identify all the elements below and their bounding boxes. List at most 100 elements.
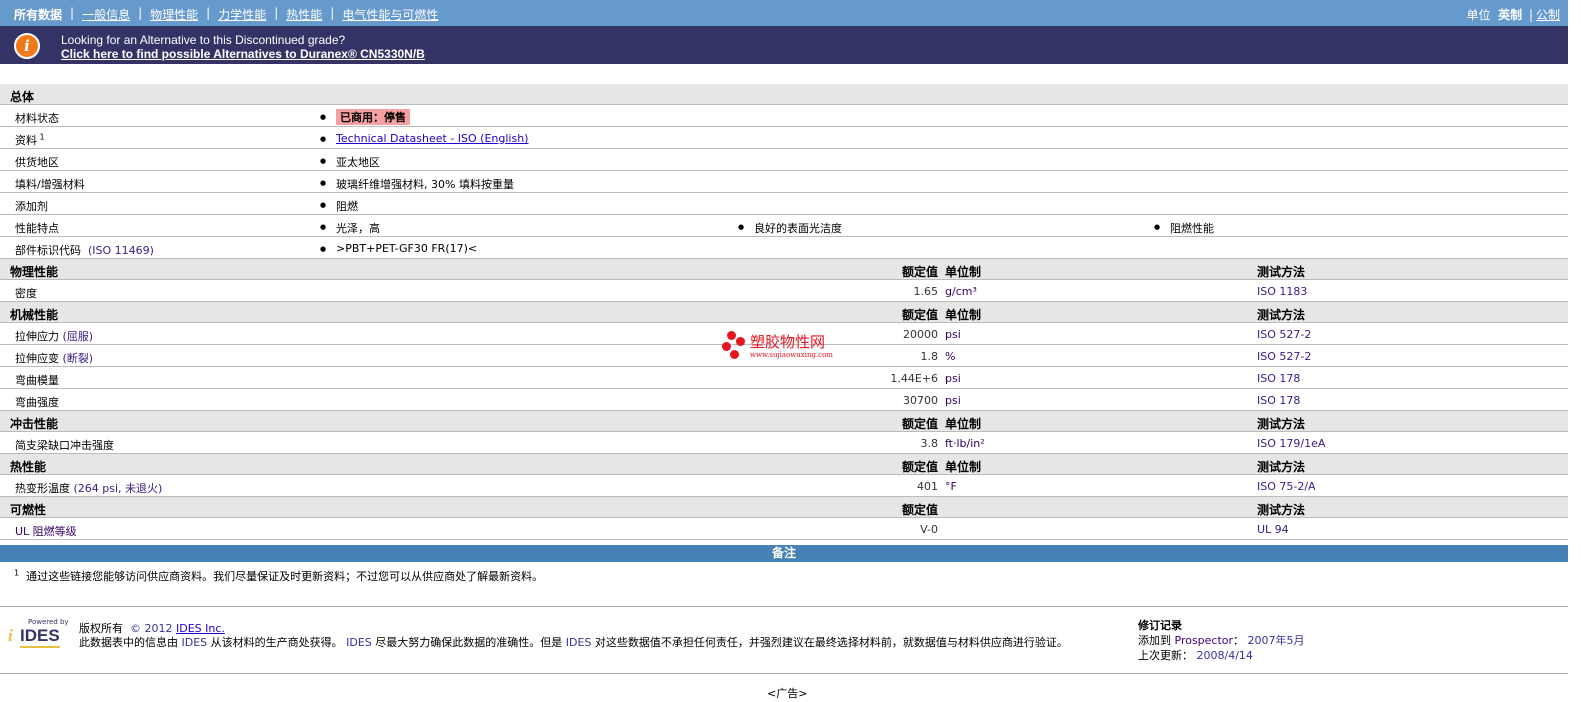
units-label: 单位 xyxy=(1466,8,1491,22)
tab-1[interactable]: 一般信息 xyxy=(82,6,130,23)
property-value: 30700 xyxy=(903,394,938,407)
property-value: 1.65 xyxy=(913,285,939,298)
bullet-icon: ● xyxy=(320,201,327,209)
test-method: ISO 178 xyxy=(1257,372,1301,385)
label-text: 简支梁缺口冲击强度 xyxy=(15,439,114,452)
nav-separator: | xyxy=(70,6,75,20)
label-text: 供货地区 xyxy=(15,156,59,169)
tab-5[interactable]: 电气性能与可燃性 xyxy=(342,6,438,23)
property-label: 材料状态 xyxy=(15,110,59,126)
property-label: 弯曲模量 xyxy=(15,372,59,388)
tab-4[interactable]: 热性能 xyxy=(286,6,322,23)
section-header: 物理性能 额定值 单位制 测试方法 xyxy=(0,259,1568,280)
property-unit: % xyxy=(945,350,956,363)
footnote: 1 通过这些链接您能够访问供应商资料。我们尽量保证及时更新资料；不过您可以从供应… xyxy=(14,568,544,583)
property-unit: °F xyxy=(945,480,957,493)
tab-0[interactable]: 所有数据 xyxy=(14,6,62,23)
label-qualifier: (屈服) xyxy=(59,330,94,343)
table-row: 部件标识代码 (ISO 11469) ● >PBT+PET-GF30 FR(17)< xyxy=(0,237,1568,259)
divider xyxy=(0,673,1568,674)
ides-logo[interactable]: Powered by i IDES xyxy=(8,618,70,648)
property-value: 401 xyxy=(917,480,938,493)
disclaimer-text: 此数据表中的信息由 xyxy=(79,636,178,649)
alternative-banner: i Looking for an Alternative to this Dis… xyxy=(0,26,1568,64)
disclaimer: 此数据表中的信息由 IDES 从该材料的生产商处获得。 IDES 尽最大努力确保… xyxy=(79,634,1068,650)
property-label: 资料 1 xyxy=(15,132,45,148)
property-value: V-0 xyxy=(920,523,938,536)
section-title: 物理性能 xyxy=(10,265,59,279)
property-value: 20000 xyxy=(903,328,938,341)
property-value: >PBT+PET-GF30 FR(17)< xyxy=(336,242,478,255)
tab-3[interactable]: 力学性能 xyxy=(218,6,266,23)
disclaimer-text: 从该材料的生产商处获得。 xyxy=(210,636,343,649)
test-method: ISO 178 xyxy=(1257,394,1301,407)
label-text: 拉伸应变 xyxy=(15,352,59,365)
col-value-header: 额定值 xyxy=(901,460,938,474)
units-metric-link[interactable]: 公制 xyxy=(1536,8,1560,22)
watermark-logo: 塑胶物性网 www.sujiaowuxing.com xyxy=(722,331,852,367)
section-title: 可燃性 xyxy=(10,503,47,517)
section-title: 冲击性能 xyxy=(10,417,59,431)
table-row: 材料状态 ● 已商用：停售 xyxy=(0,105,1568,127)
label-text: UL 阻燃等级 xyxy=(15,525,77,538)
label-text: 密度 xyxy=(15,287,37,300)
nav-separator: | xyxy=(274,6,279,20)
property-label: 供货地区 xyxy=(15,154,59,170)
bullet-icon: ● xyxy=(320,113,327,121)
property-value: 3.8 xyxy=(920,437,939,450)
col-value-header: 额定值 xyxy=(901,265,938,279)
property-unit: psi xyxy=(945,372,961,385)
nav-separator: | xyxy=(330,6,335,20)
alternatives-link[interactable]: Click here to find possible Alternatives… xyxy=(61,47,425,61)
col-unit-header: 单位制 xyxy=(945,417,982,431)
datasheet-link-anchor[interactable]: Technical Datasheet - ISO (English) xyxy=(336,132,528,145)
property-unit: ft·lb/in² xyxy=(945,437,985,450)
property-value: 亚太地区 xyxy=(336,156,380,169)
col-method-header: 测试方法 xyxy=(1257,460,1306,474)
test-method: ISO 75-2/A xyxy=(1257,480,1316,493)
label-text: 添加剂 xyxy=(15,200,48,213)
table-row: 资料 1 ● Technical Datasheet - ISO (English) xyxy=(0,127,1568,149)
section-title: 总体 xyxy=(10,90,35,104)
label-qualifier: (ISO 11469) xyxy=(81,244,154,257)
property-label: 热变形温度 (264 psi, 未退火) xyxy=(15,480,162,496)
property-label: 弯曲强度 xyxy=(15,394,59,410)
property-label: 拉伸应力 (屈服) xyxy=(15,328,93,344)
table-row: 简支梁缺口冲击强度 3.8 ft·lb/in² ISO 179/1eA xyxy=(0,432,1568,454)
info-icon: i xyxy=(14,33,40,59)
section-header: 机械性能 额定值 单位制 测试方法 xyxy=(0,302,1568,323)
tab-2[interactable]: 物理性能 xyxy=(150,6,198,23)
ad-label: <广告> xyxy=(767,687,808,700)
table-row: 弯曲强度 30700 psi ISO 178 xyxy=(0,389,1568,411)
table-row: 弯曲模量 1.44E+6 psi ISO 178 xyxy=(0,367,1568,389)
revision-history: 修订记录 添加到 Prospector： 2007年5月 上次更新： 2008/… xyxy=(1138,619,1305,662)
category-nav: 所有数据 | 一般信息 | 物理性能 | 力学性能 | 热性能 | 电气性能与可燃性 单位 英制 |… xyxy=(0,0,1568,26)
test-method: ISO 527-2 xyxy=(1257,350,1312,363)
datasheet-link: Technical Datasheet - ISO (English) xyxy=(336,132,528,145)
property-value: 1.8 xyxy=(920,350,939,363)
test-method: ISO 1183 xyxy=(1257,285,1308,298)
property-value: 玻璃纤维增强材料, 30% 填料按重量 xyxy=(336,178,514,191)
bullet-icon: ● xyxy=(320,157,327,165)
ides-name: IDES xyxy=(178,636,211,649)
status-badge: 已商用：停售 xyxy=(336,109,410,125)
section-title: 热性能 xyxy=(10,460,47,474)
property-label: 添加剂 xyxy=(15,198,48,214)
label-text: 部件标识代码 xyxy=(15,244,81,257)
datasheet-table: 总体 材料状态 ● 已商用：停售 资料 1 ● Technical Datasheet - … xyxy=(0,84,1568,540)
nav-separator: | xyxy=(206,6,211,20)
label-text: 拉伸应力 xyxy=(15,330,59,343)
table-row: UL 阻燃等级 V-0 UL 94 xyxy=(0,518,1568,540)
label-qualifier: (264 psi, 未退火) xyxy=(70,482,163,495)
banner-text: Looking for an Alternative to this Disco… xyxy=(61,33,346,47)
property-value: 光泽，高 xyxy=(336,222,380,235)
property-label: 部件标识代码 (ISO 11469) xyxy=(15,242,154,258)
label-text: 热变形温度 xyxy=(15,482,70,495)
col-method-header: 测试方法 xyxy=(1257,308,1306,322)
bullet-icon: ● xyxy=(1154,223,1161,231)
divider xyxy=(0,606,1568,607)
property-value: 阻燃性能 xyxy=(1170,222,1214,235)
label-text: 弯曲模量 xyxy=(15,374,59,387)
col-method-header: 测试方法 xyxy=(1257,265,1306,279)
bullet-icon: ● xyxy=(320,245,327,253)
